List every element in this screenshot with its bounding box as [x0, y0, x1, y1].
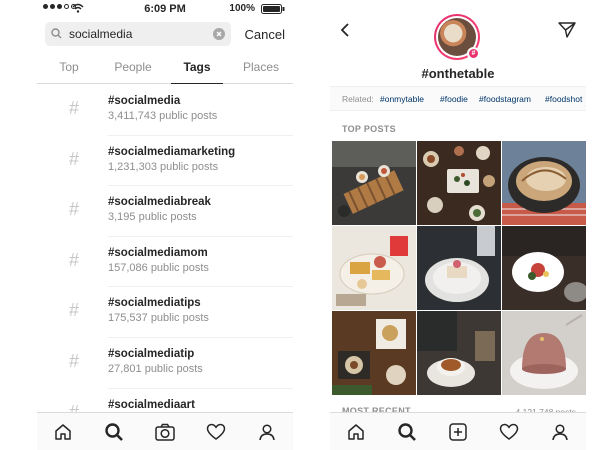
top-posts-grid	[332, 141, 586, 395]
status-bar: 6:09 PM 100%	[37, 0, 293, 18]
camera-icon[interactable]	[153, 420, 177, 444]
top-posts-label: TOP POSTS	[342, 124, 396, 134]
tab-people[interactable]: People	[101, 50, 165, 83]
search-bar: socialmedia Cancel	[37, 18, 293, 50]
hashtag-name: #socialmediamarketing	[108, 145, 236, 158]
profile-icon[interactable]	[548, 420, 572, 444]
back-icon[interactable]	[340, 22, 350, 38]
hashtag-name: #socialmediaart	[108, 398, 195, 411]
tag-results-list: # #socialmedia 3,411,743 public posts # …	[37, 85, 293, 439]
hashtag-name: #socialmediabreak	[108, 196, 211, 209]
battery-percent: 100%	[229, 3, 255, 14]
hashtag-badge-icon: #	[467, 47, 480, 60]
clear-search-icon[interactable]	[213, 28, 225, 40]
post-count: 1,231,303 public posts	[108, 160, 219, 173]
pastry-table-photo[interactable]	[332, 311, 416, 395]
search-icon	[51, 28, 62, 39]
hashtag-icon: #	[69, 300, 80, 321]
search-input[interactable]: socialmedia	[45, 22, 231, 46]
tea-cup-photo[interactable]	[417, 311, 501, 395]
related-tag[interactable]: #onmytable	[380, 94, 424, 104]
list-item[interactable]: # #socialmedia 3,411,743 public posts	[37, 85, 293, 136]
list-item[interactable]: # #socialmediamarketing 1,231,303 public…	[37, 136, 293, 187]
hashtag-icon: #	[69, 148, 80, 169]
bottom-tab-bar	[37, 412, 293, 450]
profile-icon[interactable]	[255, 420, 279, 444]
dinner-spread-photo[interactable]	[417, 141, 501, 225]
mousse-dome-photo[interactable]	[502, 311, 586, 395]
tab-places[interactable]: Places	[229, 50, 293, 83]
list-item[interactable]: # #socialmediamom 157,086 public posts	[37, 237, 293, 288]
related-tags-bar: Related: #onmytable #foodie #foodstagram…	[330, 86, 586, 111]
battery-icon	[261, 4, 285, 14]
table-setting-photo[interactable]	[332, 141, 416, 225]
related-tag[interactable]: #foodie	[440, 94, 468, 104]
related-label: Related:	[342, 94, 374, 104]
dessert-plate-photo[interactable]	[502, 226, 586, 310]
related-tag[interactable]: #foodstagram	[479, 94, 531, 104]
sweets-plate-photo[interactable]	[332, 226, 416, 310]
page-title: #onthetable	[421, 66, 495, 81]
list-item[interactable]: # #socialmediatip 27,801 public posts	[37, 338, 293, 389]
tab-tags[interactable]: Tags	[165, 50, 229, 84]
list-item[interactable]: # #socialmediatips 175,537 public posts	[37, 287, 293, 338]
list-item[interactable]: # #socialmediabreak 3,195 public posts	[37, 186, 293, 237]
search-icon[interactable]	[102, 420, 126, 444]
heart-icon[interactable]	[497, 420, 521, 444]
hashtag-icon: #	[69, 199, 80, 220]
hashtag-icon: #	[69, 350, 80, 371]
cancel-button[interactable]: Cancel	[245, 27, 285, 42]
add-post-icon[interactable]	[446, 420, 470, 444]
search-tabs: Top People Tags Places	[37, 50, 293, 84]
heart-icon[interactable]	[204, 420, 228, 444]
hashtag-name: #socialmediatips	[108, 297, 201, 310]
home-icon[interactable]	[51, 420, 75, 444]
hashtag-name: #socialmedia	[108, 95, 181, 107]
hashtag-name: #socialmediamom	[108, 246, 208, 259]
hashtag-screen: # #onthetable Related: #onmytable #foodi…	[330, 0, 586, 450]
tab-top[interactable]: Top	[37, 50, 101, 83]
search-query: socialmedia	[69, 27, 133, 41]
home-icon[interactable]	[344, 420, 368, 444]
post-count: 175,537 public posts	[108, 312, 209, 325]
hashtag-name: #socialmediatip	[108, 347, 195, 360]
post-count: 3,411,743 public posts	[108, 110, 218, 122]
search-screen: 6:09 PM 100% socialmedia Cancel Top Peop…	[37, 0, 293, 450]
post-count: 157,086 public posts	[108, 261, 209, 274]
related-tag[interactable]: #foodshot	[545, 94, 582, 104]
post-count: 3,195 public posts	[108, 211, 197, 224]
bottom-tab-bar	[330, 412, 586, 450]
post-count: 27,801 public posts	[108, 362, 203, 375]
cake-slice-photo[interactable]	[417, 226, 501, 310]
hashtag-icon: #	[69, 249, 80, 270]
hashtag-avatar: #	[434, 14, 480, 60]
bread-pan-photo[interactable]	[502, 141, 586, 225]
share-icon[interactable]	[558, 22, 576, 38]
hashtag-icon: #	[69, 98, 80, 118]
search-icon[interactable]	[395, 420, 419, 444]
hashtag-header: # #onthetable	[330, 12, 586, 84]
